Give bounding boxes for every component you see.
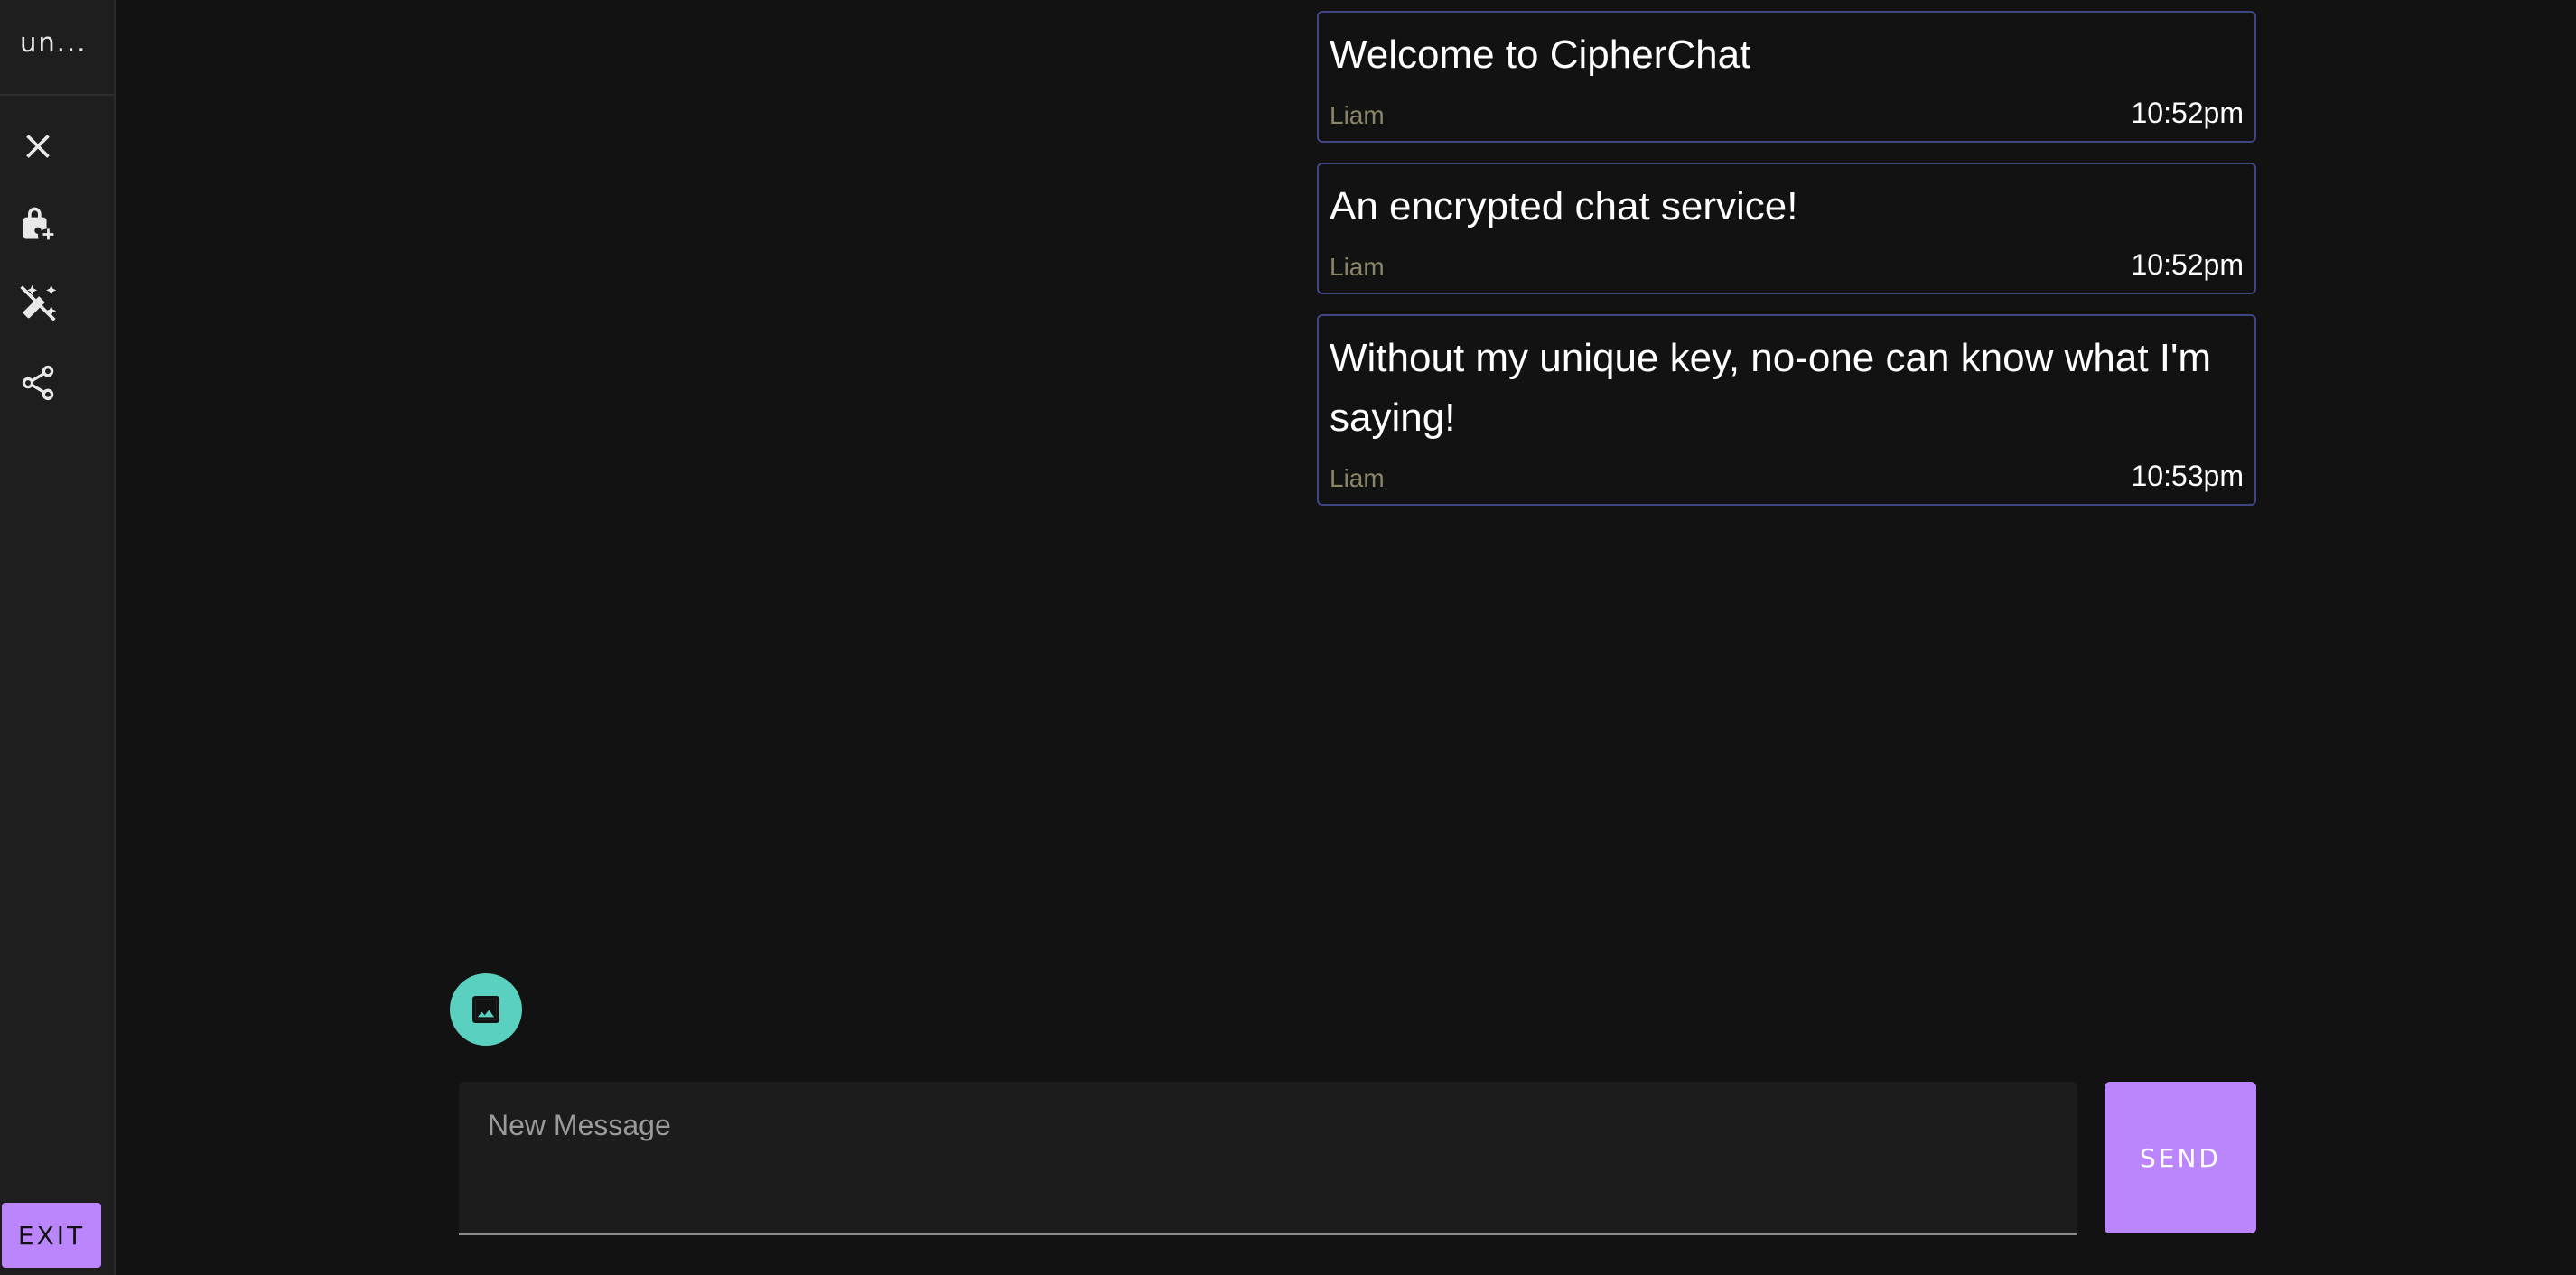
send-button[interactable]: SEND	[2105, 1082, 2256, 1233]
message-time: 10:52pm	[2131, 97, 2244, 129]
sidebar: un... EXIT	[0, 0, 116, 1275]
attach-image-button[interactable]	[450, 973, 522, 1046]
message-author: Liam	[1330, 253, 1385, 281]
message-card: An encrypted chat service! Liam 10:52pm	[1317, 163, 2256, 294]
message-text: An encrypted chat service!	[1330, 184, 1798, 228]
message-author: Liam	[1330, 101, 1385, 129]
message-text: Without my unique key, no-one can know w…	[1330, 336, 2212, 440]
image-icon	[472, 996, 499, 1023]
message-card: Welcome to CipherChat Liam 10:52pm	[1317, 11, 2256, 143]
message-text: Welcome to CipherChat	[1330, 33, 1751, 77]
room-name[interactable]: un...	[20, 27, 103, 58]
message-list: Welcome to CipherChat Liam 10:52pm An en…	[1317, 11, 2256, 526]
message-time: 10:52pm	[2131, 248, 2244, 281]
message-time: 10:53pm	[2131, 460, 2244, 492]
message-composer	[459, 1082, 2077, 1235]
close-icon[interactable]	[18, 126, 58, 166]
message-card: Without my unique key, no-one can know w…	[1317, 314, 2256, 506]
message-meta: Liam 10:52pm	[1330, 97, 2244, 130]
exit-button[interactable]: EXIT	[2, 1203, 101, 1268]
message-meta: Liam 10:53pm	[1330, 460, 2244, 493]
auto-fix-off-icon[interactable]	[18, 284, 58, 323]
new-message-input[interactable]	[459, 1082, 2077, 1233]
lock-add-icon[interactable]	[18, 204, 58, 244]
share-icon[interactable]	[18, 363, 58, 403]
message-author: Liam	[1330, 464, 1385, 492]
sidebar-divider	[0, 94, 114, 96]
message-meta: Liam 10:52pm	[1330, 248, 2244, 282]
